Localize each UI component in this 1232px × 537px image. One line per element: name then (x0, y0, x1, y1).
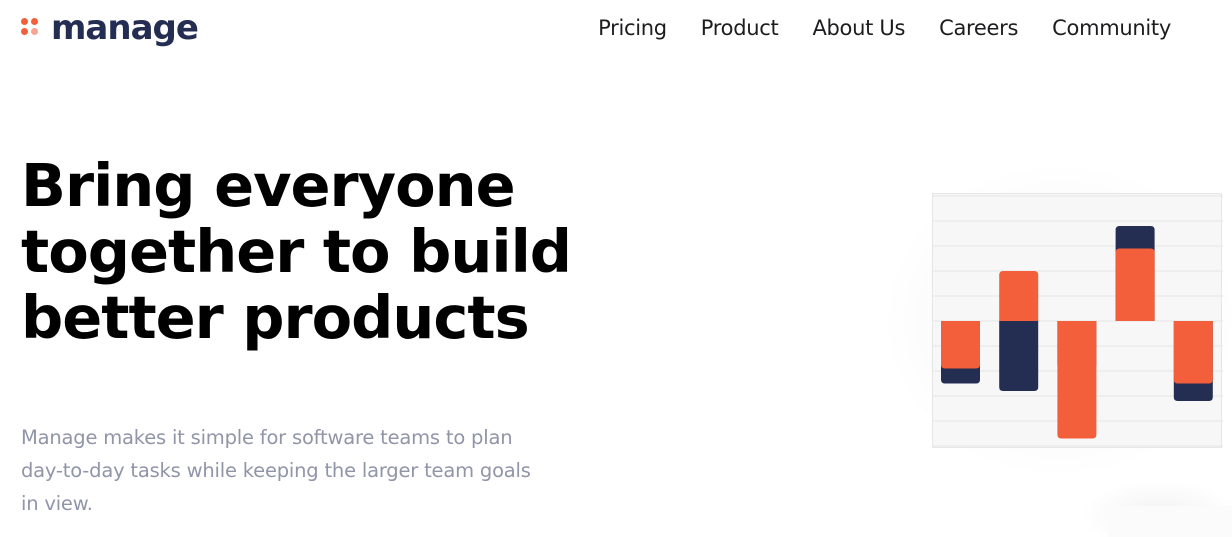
chart-bar (941, 321, 980, 369)
nav-item-product[interactable]: Product (701, 12, 779, 44)
chart-bar (1115, 248, 1155, 321)
four-dots-logo-icon (21, 17, 43, 39)
hero-title: Bring everyone together to build better … (21, 153, 621, 351)
brand-logo[interactable]: manage (21, 8, 199, 48)
brand-name: manage (51, 8, 199, 48)
hero-description-line: in view. (21, 492, 93, 515)
hero-title-line: Bring everyone (21, 151, 516, 220)
chart-bar (999, 321, 1039, 391)
nav-item-community[interactable]: Community (1052, 12, 1171, 44)
hero-title-line: together to build (21, 217, 572, 286)
hero-description: Manage makes it simple for software team… (21, 421, 581, 520)
illustration-chart-card (932, 193, 1223, 448)
nav-item-pricing[interactable]: Pricing (598, 12, 667, 44)
illustration-chart (933, 195, 1223, 447)
nav-item-about-us[interactable]: About Us (812, 12, 905, 44)
hero-description-line: day-to-day tasks while keeping the large… (21, 459, 531, 482)
secondary-card (1108, 506, 1232, 537)
hero-title-line: better products (21, 283, 530, 352)
hero-description-line: Manage makes it simple for software team… (21, 426, 513, 449)
chart-bar (999, 271, 1039, 321)
main-nav: Pricing Product About Us Careers Communi… (598, 12, 1171, 44)
chart-bar (1173, 321, 1213, 384)
nav-item-careers[interactable]: Careers (939, 12, 1018, 44)
site-header: manage Pricing Product About Us Careers … (0, 0, 1232, 60)
chart-bar (1057, 321, 1097, 439)
